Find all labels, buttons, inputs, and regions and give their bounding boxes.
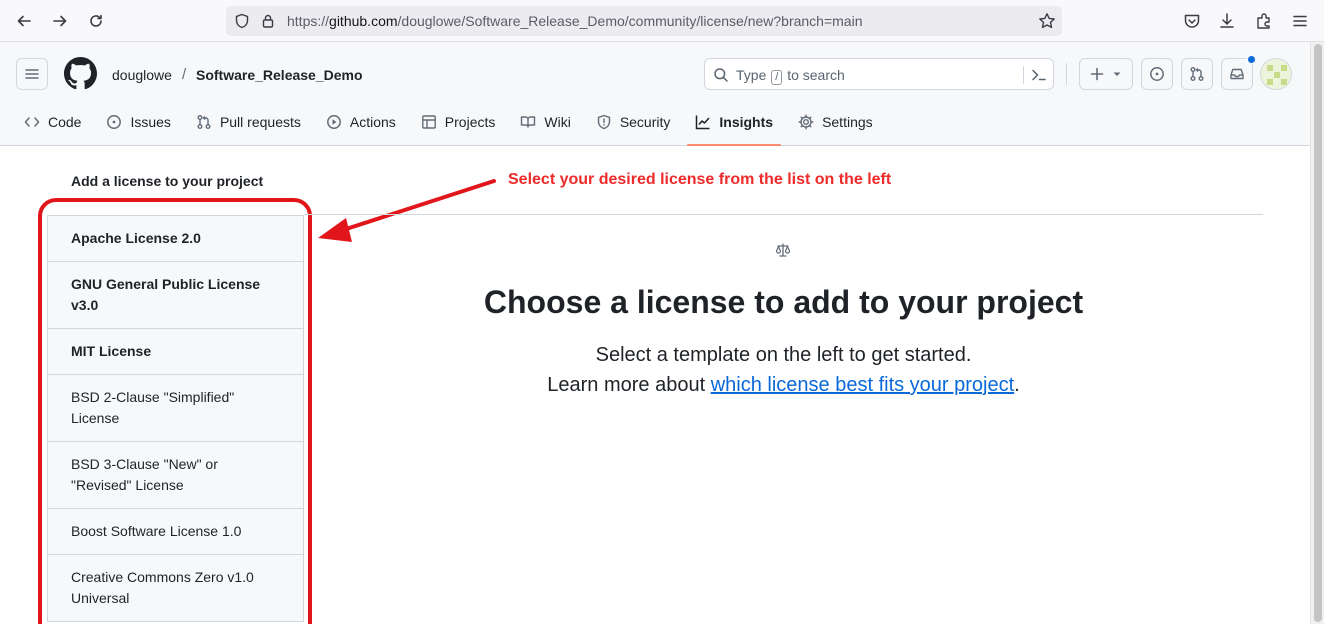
- law-icon: [775, 242, 791, 263]
- license-guide-link[interactable]: which license best fits your project: [711, 374, 1014, 396]
- description-line-1: Select a template on the left to get sta…: [595, 344, 972, 366]
- page-description: Select a template on the left to get sta…: [304, 340, 1263, 400]
- page-heading: Choose a license to add to your project: [483, 284, 1084, 320]
- content-divider: [304, 214, 1263, 215]
- description-line-2: Learn more about which license best fits…: [304, 370, 1263, 400]
- learn-more-prefix: Learn more about: [547, 374, 711, 396]
- annotation-text: Select your desired license from the lis…: [508, 171, 892, 188]
- learn-more-suffix: .: [1014, 374, 1020, 396]
